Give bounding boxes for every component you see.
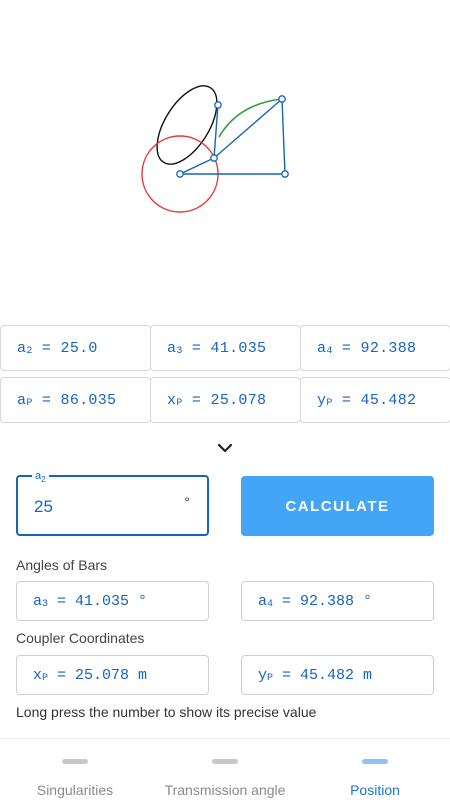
angle-a3-output[interactable]: a3 = 41.035 °: [16, 581, 209, 621]
a2-input-field[interactable]: a2 25 °: [16, 470, 209, 536]
nav-tab-transmission-angle[interactable]: Transmission angle: [150, 739, 300, 800]
nav-tab-singularities[interactable]: Singularities: [0, 739, 150, 800]
result-ap-value: 86.035: [60, 391, 117, 409]
hint-text: Long press the number to show its precis…: [16, 704, 317, 720]
coupler-xp-value: 25.078 m: [75, 666, 148, 684]
coupler-xp-output[interactable]: xP = 25.078 m: [16, 655, 209, 695]
result-a3-value: 41.035: [210, 339, 267, 357]
angles-section-title: Angles of Bars: [16, 557, 108, 573]
nav-tab-label: Singularities: [36, 782, 114, 798]
coupler-yp-output[interactable]: yP = 45.482 m: [241, 655, 434, 695]
result-a4-value: 92.388: [360, 339, 417, 357]
result-xp[interactable]: xP = 25.078: [150, 377, 301, 423]
a2-input-label: a2: [32, 470, 49, 485]
coupler-section-title: Coupler Coordinates: [16, 630, 145, 646]
bottom-navigation: Singularities Transmission angle Positio…: [0, 738, 450, 800]
transmission-angle-tab-icon: [212, 759, 238, 764]
position-tab-icon: [362, 759, 388, 764]
result-a3[interactable]: a3 = 41.035: [150, 325, 301, 371]
nav-tab-position[interactable]: Position: [300, 739, 450, 800]
nav-tab-label: Position: [350, 782, 400, 798]
calculate-button[interactable]: CALCULATE: [241, 476, 434, 536]
result-yp[interactable]: yP = 45.482: [300, 377, 450, 423]
result-xp-value: 25.078: [210, 391, 267, 409]
result-yp-value: 45.482: [360, 391, 417, 409]
result-a2-value: 25.0: [60, 339, 98, 357]
a2-input-value[interactable]: 25: [34, 497, 53, 517]
angle-a4-value: 92.388 °: [300, 592, 373, 610]
output-arc: [218, 98, 283, 138]
singularities-tab-icon: [62, 759, 88, 764]
angle-a3-value: 41.035 °: [75, 592, 148, 610]
coupler-yp-value: 45.482 m: [300, 666, 373, 684]
result-ap[interactable]: aP = 86.035: [0, 377, 151, 423]
linkage-bars: [179, 98, 286, 175]
chevron-down-icon[interactable]: [213, 438, 237, 458]
result-a2[interactable]: a2 = 25.0: [0, 325, 151, 371]
linkage-diagram: [141, 85, 289, 213]
angle-a4-output[interactable]: a4 = 92.388 °: [241, 581, 434, 621]
result-a4[interactable]: a4 = 92.388: [300, 325, 450, 371]
degree-unit: °: [184, 494, 190, 510]
nav-tab-label: Transmission angle: [164, 782, 286, 798]
